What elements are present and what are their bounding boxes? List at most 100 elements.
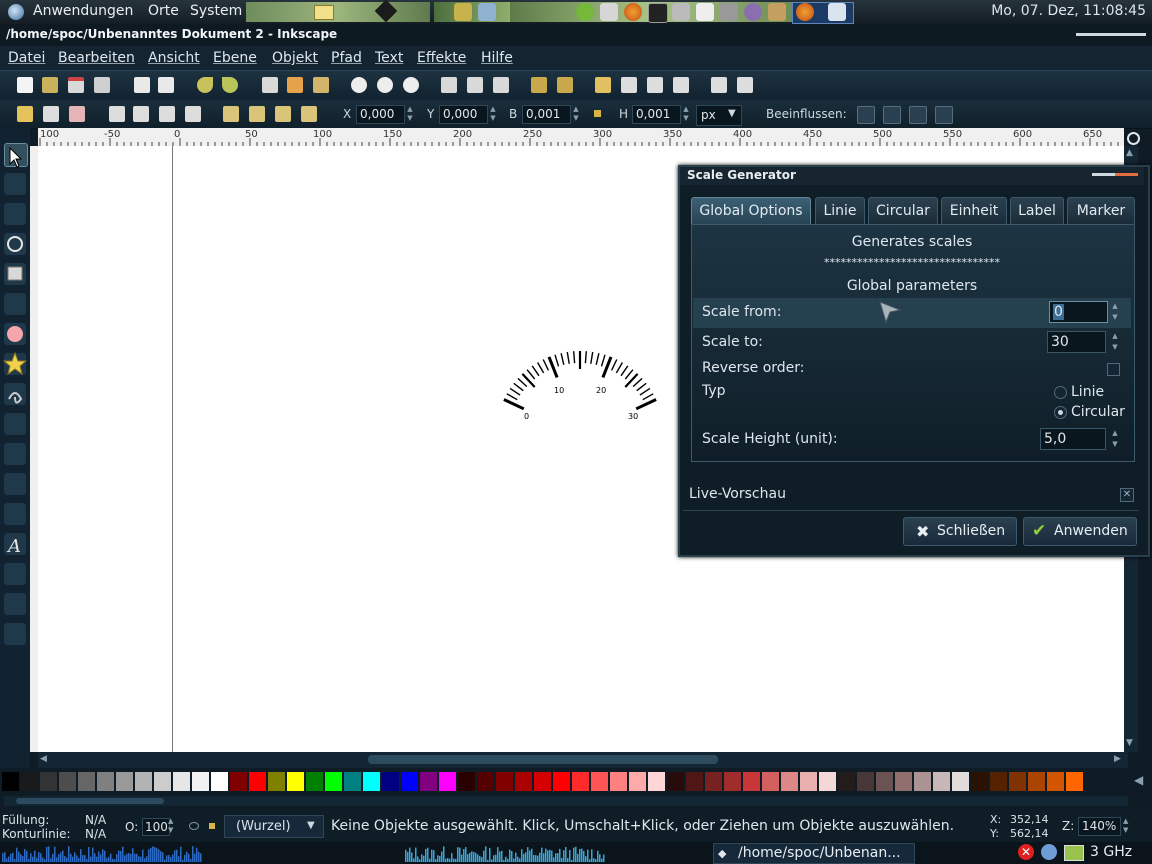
media-icon[interactable] (720, 3, 738, 21)
palette-swatch[interactable] (933, 772, 950, 791)
palette-swatch[interactable] (420, 772, 437, 791)
palette-swatch[interactable] (363, 772, 380, 791)
lock-layer-icon[interactable] (209, 823, 215, 829)
palette-swatch[interactable] (553, 772, 570, 791)
width-input[interactable]: 0,001 (522, 105, 571, 124)
menu-system[interactable]: System (190, 3, 242, 19)
zoom-selection-icon[interactable] (351, 77, 367, 93)
import-icon[interactable] (134, 77, 150, 93)
select-all-layers-icon[interactable] (43, 106, 59, 122)
paste-icon[interactable] (313, 77, 329, 93)
scale-height-input[interactable]: 5,0 (1040, 428, 1106, 450)
palette-swatch[interactable] (515, 772, 532, 791)
palette-swatch[interactable] (78, 772, 95, 791)
undo-icon[interactable] (197, 77, 213, 93)
opacity-spinner[interactable]: ▲ ▼ (168, 817, 173, 835)
palette-swatch[interactable] (2, 772, 19, 791)
palette-swatch[interactable] (382, 772, 399, 791)
flip-vertical-icon[interactable] (185, 106, 201, 122)
palette-swatch[interactable] (40, 772, 57, 791)
palette-scrollbar[interactable] (4, 796, 1128, 806)
palette-swatch[interactable] (135, 772, 152, 791)
palette-swatch[interactable] (306, 772, 323, 791)
clone-icon[interactable] (467, 77, 483, 93)
deselect-icon[interactable] (69, 106, 85, 122)
palette-swatch[interactable] (971, 772, 988, 791)
tab-circular[interactable]: Circular (868, 197, 938, 225)
calculator-icon[interactable] (672, 3, 690, 21)
palette-swatch[interactable] (439, 772, 456, 791)
scale-height-spinner[interactable]: ▲ ▼ (1110, 428, 1120, 450)
horizontal-scroll-thumb[interactable] (368, 755, 718, 764)
radio-linie[interactable] (1054, 386, 1067, 399)
tab-label[interactable]: Label (1010, 197, 1064, 225)
palette-swatch[interactable] (477, 772, 494, 791)
menu-datei[interactable]: Datei (8, 50, 45, 66)
menu-ansicht[interactable]: Ansicht (148, 50, 200, 66)
scale-stroke-icon[interactable] (857, 106, 875, 124)
ungroup-icon[interactable] (557, 77, 573, 93)
xml-editor-icon[interactable] (647, 77, 663, 93)
palette-swatch[interactable] (59, 772, 76, 791)
lower-bottom-icon[interactable] (301, 106, 317, 122)
apply-button[interactable]: ✔ Anwenden (1023, 517, 1137, 546)
palette-swatch[interactable] (230, 772, 247, 791)
group-icon[interactable] (531, 77, 547, 93)
palette-swatch[interactable] (287, 772, 304, 791)
text-font-icon[interactable] (621, 77, 637, 93)
palette-swatch[interactable] (116, 772, 133, 791)
scale-from-spinner[interactable]: ▲ ▼ (1110, 301, 1120, 323)
palette-swatch[interactable] (876, 772, 893, 791)
palette-swatch[interactable] (743, 772, 760, 791)
palette-swatch[interactable] (1009, 772, 1026, 791)
stroke-value[interactable]: N/A (85, 827, 106, 841)
palette-swatch[interactable] (534, 772, 551, 791)
vertical-ruler[interactable] (30, 146, 38, 752)
scale-from-input[interactable]: 0 (1049, 301, 1108, 323)
rotate-cw-icon[interactable] (133, 106, 149, 122)
archive-icon[interactable] (768, 3, 786, 21)
zoom-input[interactable]: 140% (1078, 817, 1121, 836)
scale-to-input[interactable]: 30 (1047, 331, 1106, 353)
palette-swatch[interactable] (1028, 772, 1045, 791)
palette-swatch[interactable] (154, 772, 171, 791)
firefox-icon[interactable] (624, 3, 642, 21)
palette-swatch[interactable] (667, 772, 684, 791)
save-icon[interactable] (68, 77, 84, 93)
menu-text[interactable]: Text (375, 50, 403, 66)
task-button[interactable]: ◆ /home/spoc/Unbenan... (713, 843, 915, 864)
firefox-task-icon[interactable] (796, 3, 814, 21)
new-document-icon[interactable] (17, 77, 33, 93)
palette-scroll-icon[interactable]: ◀ (1134, 773, 1143, 787)
window-task-icon[interactable] (828, 3, 846, 21)
tab-einheit[interactable]: Einheit (941, 197, 1007, 225)
palette-scroll-thumb[interactable] (16, 798, 164, 804)
document-properties-icon[interactable] (737, 77, 753, 93)
chat-icon[interactable] (744, 3, 762, 21)
palette-swatch[interactable] (914, 772, 931, 791)
lock-icon[interactable] (594, 110, 601, 117)
palette-swatch[interactable] (990, 772, 1007, 791)
palette-swatch[interactable] (249, 772, 266, 791)
palette-swatch[interactable] (762, 772, 779, 791)
window-controls[interactable] (1076, 33, 1146, 36)
raise-icon[interactable] (249, 106, 265, 122)
circular-scale-drawing[interactable] (480, 335, 680, 435)
width-spinner[interactable]: ▲ ▼ (571, 105, 581, 124)
distro-logo-icon[interactable] (8, 4, 24, 20)
y-spinner[interactable]: ▲ ▼ (488, 105, 498, 124)
transform-patterns-icon[interactable] (935, 106, 953, 124)
palette-swatch[interactable] (819, 772, 836, 791)
menu-ebene[interactable]: Ebene (213, 50, 257, 66)
palette-swatch[interactable] (895, 772, 912, 791)
fill-value[interactable]: N/A (85, 813, 106, 827)
palette-swatch[interactable] (705, 772, 722, 791)
battery-tray-icon[interactable] (1064, 845, 1084, 861)
terminal-icon[interactable] (648, 3, 668, 23)
unlink-clone-icon[interactable] (493, 77, 509, 93)
palette-swatch[interactable] (1047, 772, 1064, 791)
palette-swatch[interactable] (211, 772, 228, 791)
palette-swatch[interactable] (724, 772, 741, 791)
palette-swatch[interactable] (268, 772, 285, 791)
scroll-up-arrow-icon[interactable]: ▲ (1126, 148, 1133, 158)
